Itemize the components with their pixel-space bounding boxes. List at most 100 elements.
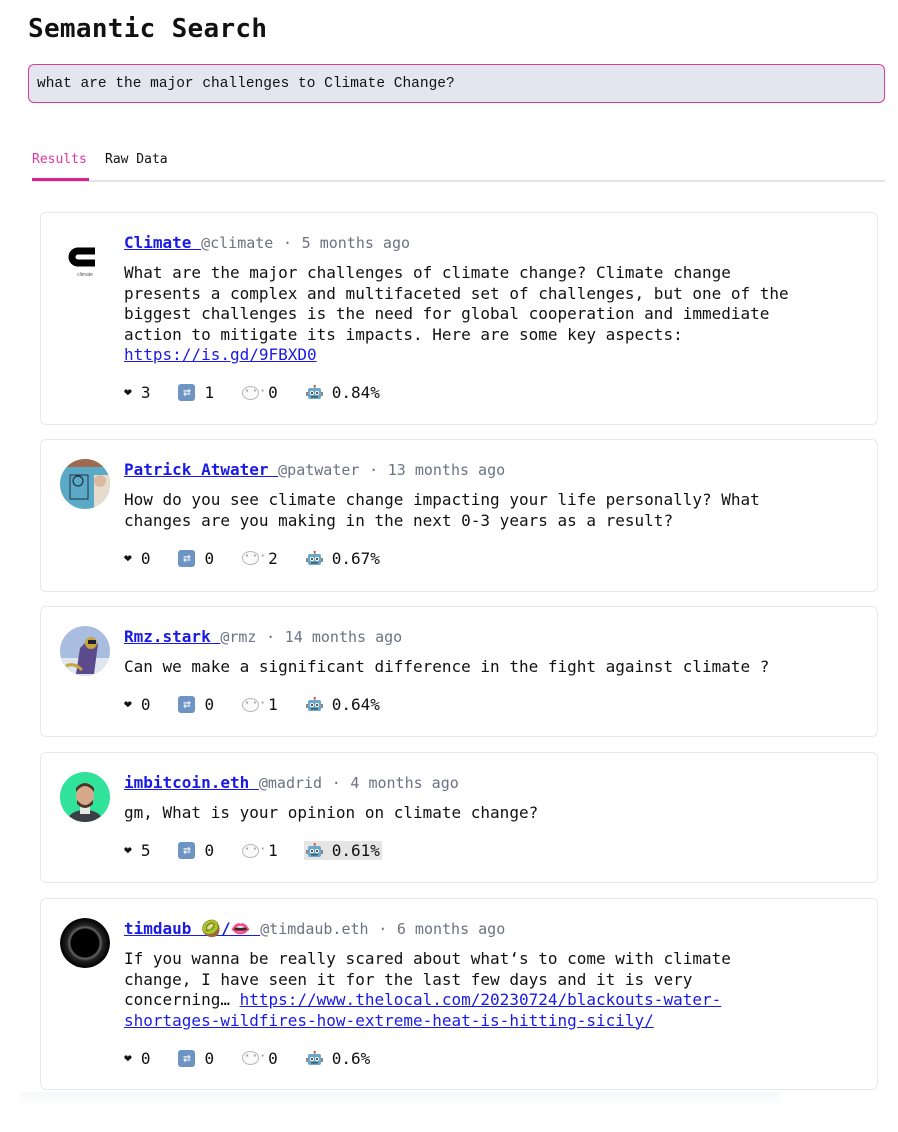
author-name-link[interactable]: Patrick Atwater <box>124 460 269 479</box>
name-underline-space <box>251 919 261 938</box>
like-stat[interactable]: ❤ 0 <box>124 695 150 714</box>
robot-icon <box>305 384 323 400</box>
post-stats: ❤ 0 ⇄ 0 ··· 0 0.6% <box>124 1047 857 1069</box>
separator-dot: · <box>282 234 292 252</box>
speech-bubble-icon: ··· <box>242 549 267 565</box>
similarity-score: 0.61% <box>331 841 380 860</box>
like-count: 3 <box>140 383 151 402</box>
author-name-link[interactable]: timdaub 🥝/👄 <box>124 919 251 938</box>
avatar[interactable] <box>60 918 110 968</box>
author-name-link[interactable]: imbitcoin.eth <box>124 773 249 792</box>
post-content: timdaub 🥝/👄 @timdaub.eth · 6 months ago … <box>124 919 857 1069</box>
recast-stat[interactable]: ⇄ 0 <box>178 549 214 568</box>
result-card[interactable]: imbitcoin.eth @madrid · 4 months ago gm,… <box>40 752 878 883</box>
post-header: imbitcoin.eth @madrid · 4 months ago <box>124 773 857 793</box>
post-content: Climate @climate · 5 months ago What are… <box>124 233 857 404</box>
reply-stat[interactable]: ··· 0 <box>242 383 278 402</box>
speech-bubble-icon: ··· <box>242 1049 267 1065</box>
recast-icon: ⇄ <box>178 1049 196 1067</box>
avatar[interactable]: climate <box>60 232 110 282</box>
post-header: Rmz.stark @rmz · 14 months ago <box>124 627 857 647</box>
similarity-score: 0.64% <box>331 695 380 714</box>
post-time: 6 months ago <box>396 920 506 938</box>
author-handle: @madrid <box>258 774 323 792</box>
name-underline-space <box>191 233 201 252</box>
name-underline-space <box>249 773 259 792</box>
like-stat[interactable]: ❤ 0 <box>124 549 150 568</box>
recast-count: 0 <box>204 1048 215 1068</box>
post-content: Rmz.stark @rmz · 14 months ago Can we ma… <box>124 627 857 716</box>
result-card[interactable]: Rmz.stark @rmz · 14 months ago Can we ma… <box>40 606 878 737</box>
post-header: Patrick Atwater @patwater · 13 months ag… <box>124 460 857 480</box>
list-bottom-shadow <box>20 1092 780 1106</box>
robot-icon <box>305 1050 323 1066</box>
separator-dot: · <box>331 774 341 792</box>
like-stat[interactable]: ❤ 0 <box>124 1049 150 1068</box>
recast-count: 1 <box>204 383 215 402</box>
recast-count: 0 <box>204 548 215 568</box>
speech-bubble-icon: ··· <box>242 841 267 858</box>
post-link[interactable]: https://is.gd/9FBXD0 <box>124 345 317 364</box>
avatar[interactable] <box>60 459 110 509</box>
recast-stat[interactable]: ⇄ 0 <box>178 695 214 714</box>
similarity-score: 0.84% <box>331 383 380 402</box>
robot-icon <box>305 696 323 712</box>
post-text: Can we make a significant difference in … <box>124 657 857 678</box>
author-handle: @climate <box>201 234 274 252</box>
reply-count: 1 <box>268 695 278 714</box>
post-body: Can we make a significant difference in … <box>124 657 770 676</box>
post-body: gm, What is your opinion on climate chan… <box>124 803 539 822</box>
post-text: If you wanna be really scared about what… <box>124 949 857 1031</box>
result-card[interactable]: climate Climate @climate · 5 months ago … <box>40 212 878 425</box>
tab-raw-data[interactable]: Raw Data <box>105 152 168 178</box>
heart-icon: ❤ <box>124 697 132 712</box>
reply-stat[interactable]: ··· 1 <box>242 695 278 714</box>
reply-stat[interactable]: ··· 2 <box>242 549 278 568</box>
result-card[interactable]: timdaub 🥝/👄 @timdaub.eth · 6 months ago … <box>40 898 878 1090</box>
score-stat: 0.64% <box>305 695 380 714</box>
search-input[interactable] <box>28 64 885 103</box>
result-card[interactable]: Patrick Atwater @patwater · 13 months ag… <box>40 439 878 592</box>
recast-stat[interactable]: ⇄ 1 <box>178 383 214 402</box>
post-stats: ❤ 5 ⇄ 0 ··· 1 0.61% <box>124 840 857 862</box>
separator-dot: · <box>378 920 388 938</box>
reply-stat[interactable]: ··· 1 <box>242 841 278 860</box>
post-stats: ❤ 3 ⇄ 1 ··· 0 0.84% <box>124 382 857 404</box>
like-count: 0 <box>140 548 151 568</box>
svg-text:climate: climate <box>77 272 93 278</box>
recast-icon: ⇄ <box>178 842 196 859</box>
score-stat: 0.84% <box>305 383 380 402</box>
heart-icon: ❤ <box>124 843 132 858</box>
avatar[interactable] <box>60 772 110 822</box>
recast-icon: ⇄ <box>178 384 196 401</box>
recast-count: 0 <box>204 841 215 860</box>
like-stat[interactable]: ❤ 3 <box>124 383 150 402</box>
avatar[interactable] <box>60 626 110 676</box>
author-name-link[interactable]: Climate <box>124 233 191 252</box>
recast-stat[interactable]: ⇄ 0 <box>178 1049 214 1068</box>
heart-icon: ❤ <box>124 1050 132 1066</box>
author-name-link[interactable]: Rmz.stark <box>124 627 211 646</box>
reply-count: 0 <box>268 383 278 402</box>
reply-count: 0 <box>268 1048 278 1068</box>
post-stats: ❤ 0 ⇄ 0 ··· 1 0.64% <box>124 694 857 716</box>
recast-stat[interactable]: ⇄ 0 <box>178 841 214 860</box>
speech-bubble-icon: ··· <box>242 695 267 712</box>
recast-count: 0 <box>204 695 215 714</box>
score-stat: 0.6% <box>305 1049 370 1068</box>
robot-icon <box>305 550 323 566</box>
reply-stat[interactable]: ··· 0 <box>242 1049 278 1068</box>
robot-icon <box>305 842 323 858</box>
tab-results[interactable]: Results <box>32 152 89 181</box>
post-text: What are the major challenges of climate… <box>124 263 857 366</box>
reply-count: 2 <box>268 548 278 568</box>
speech-bubble-icon: ··· <box>242 383 267 400</box>
post-time: 14 months ago <box>284 628 403 646</box>
post-body: What are the major challenges of climate… <box>124 263 789 344</box>
reply-count: 1 <box>268 841 278 860</box>
like-stat[interactable]: ❤ 5 <box>124 841 150 860</box>
post-header: Climate @climate · 5 months ago <box>124 233 857 253</box>
post-time: 13 months ago <box>387 461 506 479</box>
author-handle: @timdaub.eth <box>260 920 369 938</box>
post-text: gm, What is your opinion on climate chan… <box>124 803 857 824</box>
